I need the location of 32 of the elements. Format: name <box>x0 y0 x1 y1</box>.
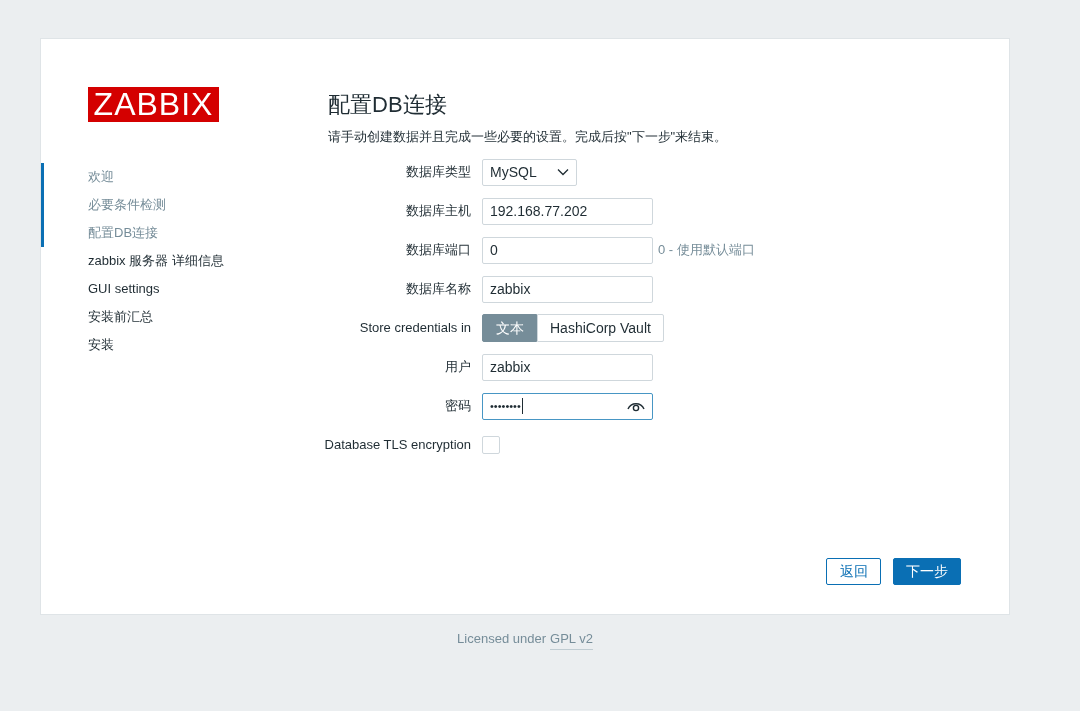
input-field[interactable]: zabbix <box>482 275 653 303</box>
page-title: 配置DB连接 <box>328 91 448 119</box>
step-item: 欢迎 <box>41 163 114 191</box>
step-item: 必要条件检测 <box>41 191 166 219</box>
back-button[interactable]: 返回 <box>826 557 881 585</box>
input-field[interactable]: 192.168.77.202 <box>482 197 653 225</box>
field-label: Store credentials in <box>359 319 471 338</box>
field-label: 数据库名称 <box>406 280 471 299</box>
password-field[interactable]: •••••••• <box>482 392 653 420</box>
checkbox[interactable] <box>482 436 500 454</box>
step-item: 安装 <box>87 336 114 354</box>
step-item: zabbix 服务器 详细信息 <box>87 252 224 270</box>
input-field[interactable]: 0 <box>482 236 653 264</box>
eye-icon[interactable] <box>627 400 645 412</box>
field-label: 数据库主机 <box>406 202 471 221</box>
zabbix-logo: ZABBIX <box>88 87 219 122</box>
field-label: 密码 <box>445 397 471 416</box>
step-item: GUI settings <box>87 280 160 298</box>
input-field[interactable]: zabbix <box>482 353 653 381</box>
field-label: 数据库类型 <box>406 163 471 182</box>
field-label: 用户 <box>445 358 471 377</box>
step-item: 安装前汇总 <box>87 308 153 326</box>
field-label: 数据库端口 <box>406 241 471 260</box>
step-item: 配置DB连接 <box>41 219 159 247</box>
hint-text: 0 - 使用默认端口 <box>658 241 755 260</box>
next-button[interactable]: 下一步 <box>893 557 961 585</box>
license-text: Licensed under <box>457 630 546 648</box>
credentials-option[interactable]: HashiCorp Vault <box>537 314 664 342</box>
chevron-down-icon <box>557 168 569 176</box>
field-label: Database TLS encryption <box>324 436 471 455</box>
database-type-select[interactable]: MySQL <box>482 158 577 186</box>
description-text: 请手动创建数据并且完成一些必要的设置。完成后按"下一步"来结束。 <box>328 128 729 146</box>
